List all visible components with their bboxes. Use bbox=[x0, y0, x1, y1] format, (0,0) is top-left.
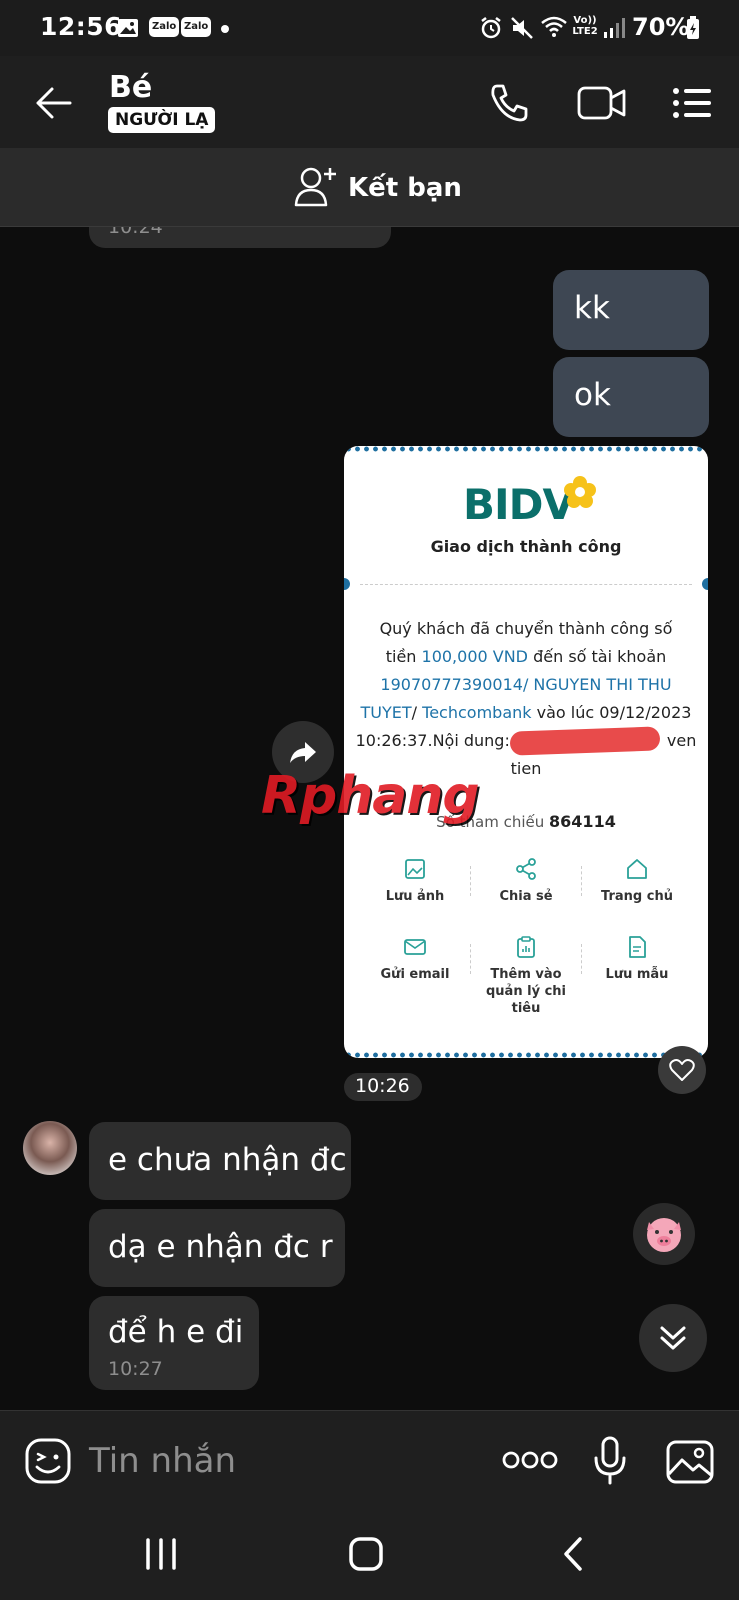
pig-sticker-icon bbox=[647, 1218, 681, 1252]
network-label: Vo)) LTE2 bbox=[572, 15, 598, 37]
contact-avatar[interactable] bbox=[23, 1121, 77, 1175]
video-call-icon[interactable] bbox=[577, 84, 627, 122]
recipient-bank: Techcombank bbox=[422, 703, 532, 722]
receipt-line: tiền 100,000 VND đến số tài khoản bbox=[385, 647, 667, 666]
clipboard-icon[interactable] bbox=[514, 935, 538, 959]
recipient-name: / NGUYEN THI THU bbox=[522, 675, 672, 694]
message-text: ok bbox=[574, 377, 611, 413]
action-send-email[interactable]: Gửi email bbox=[365, 966, 465, 983]
receipt-line: TUYET/ Techcombank vào lúc 09/12/2023 bbox=[360, 703, 692, 722]
zalo-notification-icon: Zalo bbox=[181, 17, 212, 37]
recent-apps-icon[interactable] bbox=[143, 1536, 179, 1572]
emoji-icon[interactable] bbox=[24, 1437, 72, 1485]
message-text: kk bbox=[574, 290, 610, 326]
receipt-border-top bbox=[344, 446, 708, 452]
add-friend-label[interactable]: Kết bạn bbox=[348, 173, 462, 203]
amount: 100,000 VND bbox=[421, 647, 528, 666]
more-options-icon[interactable] bbox=[502, 1450, 558, 1470]
heart-icon bbox=[669, 1059, 695, 1081]
watermark: Rphang bbox=[261, 766, 480, 826]
template-icon[interactable] bbox=[625, 935, 649, 959]
phone-icon[interactable] bbox=[488, 82, 530, 124]
microphone-icon[interactable] bbox=[592, 1436, 628, 1486]
receipt-line: Quý khách đã chuyển thành công số bbox=[379, 619, 673, 638]
bank-logo-flower-icon bbox=[564, 476, 596, 508]
battery-icon bbox=[687, 16, 699, 39]
receipt-border-bottom bbox=[344, 1052, 708, 1058]
message-input[interactable]: Tin nhắn bbox=[89, 1441, 236, 1481]
message-text: e chưa nhận đc bbox=[108, 1142, 347, 1178]
action-share[interactable]: Chia sẻ bbox=[476, 888, 576, 905]
home-icon[interactable] bbox=[625, 857, 649, 881]
message-text: dạ e nhận đc r bbox=[108, 1229, 333, 1265]
double-chevron-down-icon bbox=[660, 1326, 686, 1350]
message-text: để h e đi bbox=[108, 1314, 244, 1350]
bank-logo: BIDV bbox=[463, 480, 575, 529]
action-add-to-expenses[interactable]: Thêm vào quản lý chi tiêu bbox=[486, 966, 566, 1017]
alarm-icon bbox=[481, 17, 501, 39]
action-home[interactable]: Trang chủ bbox=[587, 888, 687, 905]
more-notifications-dot bbox=[221, 25, 229, 33]
signal-icon bbox=[604, 18, 625, 38]
image-picker-icon[interactable] bbox=[666, 1440, 714, 1484]
home-nav-icon[interactable] bbox=[348, 1536, 384, 1572]
email-icon[interactable] bbox=[403, 935, 427, 959]
action-divider bbox=[581, 944, 582, 974]
receipt-line: 19070777390014/ NGUYEN THI THU bbox=[344, 675, 708, 694]
action-divider bbox=[581, 866, 582, 896]
receipt-divider bbox=[360, 584, 692, 585]
message-time: 10:27 bbox=[108, 1358, 163, 1380]
share-icon[interactable] bbox=[514, 857, 538, 881]
status-time: 12:56 bbox=[40, 12, 123, 41]
battery-percent: 70% bbox=[632, 13, 690, 41]
action-save-image[interactable]: Lưu ảnh bbox=[365, 888, 465, 905]
wifi-icon bbox=[541, 16, 567, 37]
redaction-mark bbox=[509, 726, 661, 756]
menu-icon[interactable] bbox=[672, 86, 712, 120]
save-image-icon[interactable] bbox=[403, 857, 427, 881]
contact-name[interactable]: Bé bbox=[109, 70, 152, 105]
account-number: 19070777390014 bbox=[380, 675, 523, 694]
gallery-notification-icon bbox=[118, 19, 138, 37]
back-arrow-icon[interactable] bbox=[34, 86, 74, 120]
stranger-badge: NGƯỜI LẠ bbox=[108, 107, 216, 133]
receipt-notch bbox=[702, 578, 708, 590]
message-time: 10:26 bbox=[355, 1075, 410, 1097]
reference-number: 864114 bbox=[549, 812, 616, 831]
mute-icon bbox=[511, 17, 533, 39]
add-friend-icon[interactable] bbox=[294, 164, 340, 208]
receipt-notch bbox=[344, 578, 350, 590]
transaction-status: Giao dịch thành công bbox=[430, 537, 622, 556]
back-nav-icon[interactable] bbox=[560, 1536, 588, 1572]
action-divider bbox=[470, 866, 471, 896]
zalo-notification-icon: Zalo bbox=[149, 17, 180, 37]
forward-icon bbox=[290, 742, 316, 763]
action-divider bbox=[470, 944, 471, 974]
action-save-template[interactable]: Lưu mẫu bbox=[587, 966, 687, 983]
receipt-image[interactable]: BIDV Giao dịch thành công Quý khách đã c… bbox=[344, 446, 708, 1058]
